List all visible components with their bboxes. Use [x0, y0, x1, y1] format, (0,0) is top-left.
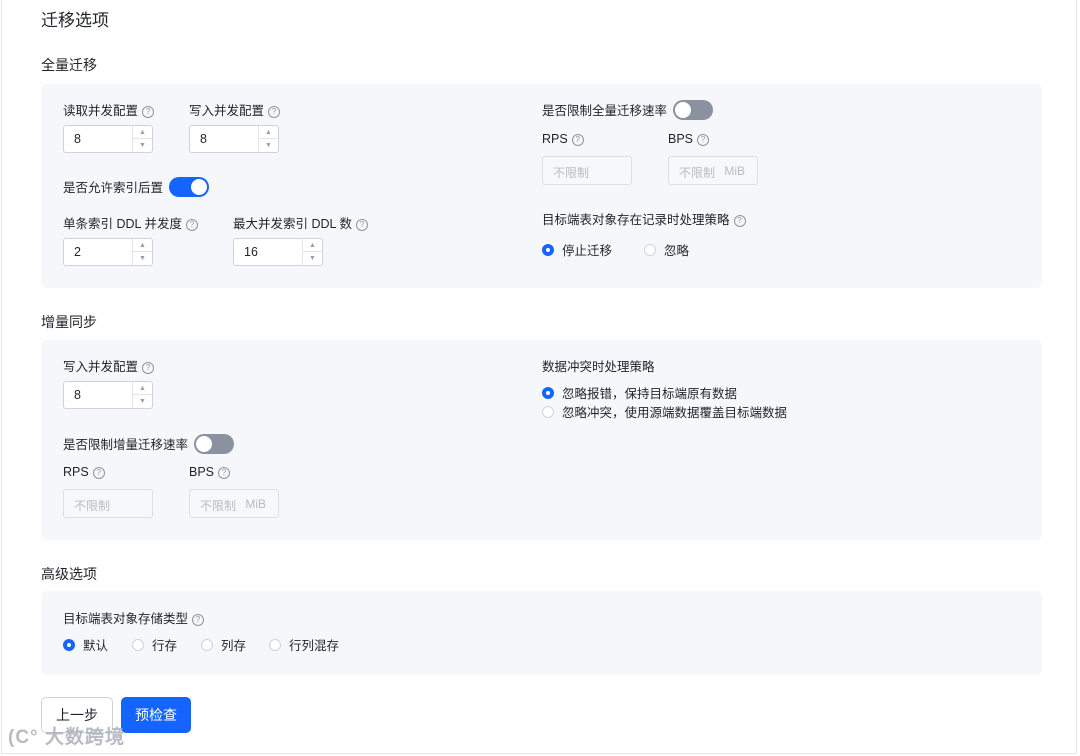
precheck-button[interactable]: 预检查: [121, 697, 191, 733]
inc-rps-input: 不限制: [63, 489, 153, 518]
storage-type-label: 目标端表对象存储类型?: [63, 608, 205, 627]
radio-storage-hybrid[interactable]: 行列混存: [269, 635, 339, 654]
full-bps-label: BPS?: [668, 132, 710, 146]
inc-limit-rate-row: 是否限制增量迁移速率: [63, 434, 235, 454]
write-concurrency-stepper[interactable]: 8 ▲ ▼: [189, 125, 279, 153]
write-concurrency-label: 写入并发配置?: [189, 100, 281, 119]
full-limit-rate-toggle[interactable]: [673, 100, 714, 120]
section-title-full: 全量迁移: [41, 57, 97, 73]
radio-ignore[interactable]: 忽略: [644, 240, 689, 259]
increment-icon[interactable]: ▲: [133, 382, 152, 395]
single-index-ddl-label: 单条索引 DDL 并发度?: [63, 213, 198, 232]
full-rps-label: RPS?: [542, 132, 584, 146]
inc-write-concurrency-label: 写入并发配置?: [63, 356, 155, 375]
watermark-logo-icon: (C°: [8, 727, 39, 748]
decrement-icon[interactable]: ▼: [259, 139, 278, 152]
advanced-panel: [41, 591, 1042, 675]
conflict-policy-label: 数据冲突时处理策略: [542, 360, 655, 374]
section-title-incremental: 增量同步: [41, 314, 97, 330]
radio-ignore-error[interactable]: 忽略报错，保持目标端原有数据: [542, 383, 737, 402]
max-concurrent-ddl-label: 最大并发索引 DDL 数?: [233, 213, 368, 232]
increment-icon[interactable]: ▲: [133, 239, 152, 252]
section-title-advanced: 高级选项: [41, 566, 97, 582]
help-icon[interactable]: ?: [733, 215, 746, 227]
decrement-icon[interactable]: ▼: [133, 395, 152, 408]
max-concurrent-ddl-stepper[interactable]: 16 ▲ ▼: [233, 238, 323, 266]
radio-storage-row[interactable]: 行存: [132, 635, 177, 654]
help-icon[interactable]: ?: [192, 614, 205, 626]
read-concurrency-stepper[interactable]: 8 ▲ ▼: [63, 125, 153, 153]
decrement-icon[interactable]: ▼: [133, 252, 152, 265]
radio-ignore-conflict-overwrite[interactable]: 忽略冲突，使用源端数据覆盖目标端数据: [542, 402, 787, 421]
help-icon[interactable]: ?: [142, 106, 155, 118]
full-limit-rate-row: 是否限制全量迁移速率: [542, 100, 714, 120]
help-icon[interactable]: ?: [142, 362, 155, 374]
inc-bps-input: 不限制 MiB: [189, 489, 279, 518]
help-icon[interactable]: ?: [218, 467, 231, 479]
inc-limit-rate-toggle[interactable]: [194, 434, 235, 454]
radio-stop-migration[interactable]: 停止迁移: [542, 240, 612, 259]
help-icon[interactable]: ?: [356, 219, 368, 231]
increment-icon[interactable]: ▲: [133, 126, 152, 139]
increment-icon[interactable]: ▲: [259, 126, 278, 139]
help-icon[interactable]: ?: [571, 134, 584, 146]
page-title: 迁移选项: [41, 11, 109, 30]
allow-index-defer-row: 是否允许索引后置: [63, 177, 210, 197]
existing-record-policy-label: 目标端表对象存在记录时处理策略?: [542, 209, 746, 228]
help-icon[interactable]: ?: [268, 106, 281, 118]
help-icon[interactable]: ?: [186, 219, 198, 231]
help-icon[interactable]: ?: [697, 134, 710, 146]
help-icon[interactable]: ?: [92, 467, 105, 479]
watermark-logo: (C° 大数跨境: [8, 727, 125, 748]
full-bps-input: 不限制 MiB: [668, 156, 758, 185]
decrement-icon[interactable]: ▼: [133, 139, 152, 152]
inc-rps-label: RPS?: [63, 465, 105, 479]
decrement-icon[interactable]: ▼: [303, 252, 322, 265]
increment-icon[interactable]: ▲: [303, 239, 322, 252]
radio-storage-column[interactable]: 列存: [201, 635, 246, 654]
inc-bps-label: BPS?: [189, 465, 231, 479]
full-rps-input: 不限制: [542, 156, 632, 185]
inc-write-concurrency-stepper[interactable]: 8 ▲ ▼: [63, 381, 153, 409]
read-concurrency-label: 读取并发配置?: [63, 100, 155, 119]
allow-index-defer-toggle[interactable]: [169, 177, 210, 197]
radio-storage-default[interactable]: 默认: [63, 635, 108, 654]
single-index-ddl-stepper[interactable]: 2 ▲ ▼: [63, 238, 153, 266]
